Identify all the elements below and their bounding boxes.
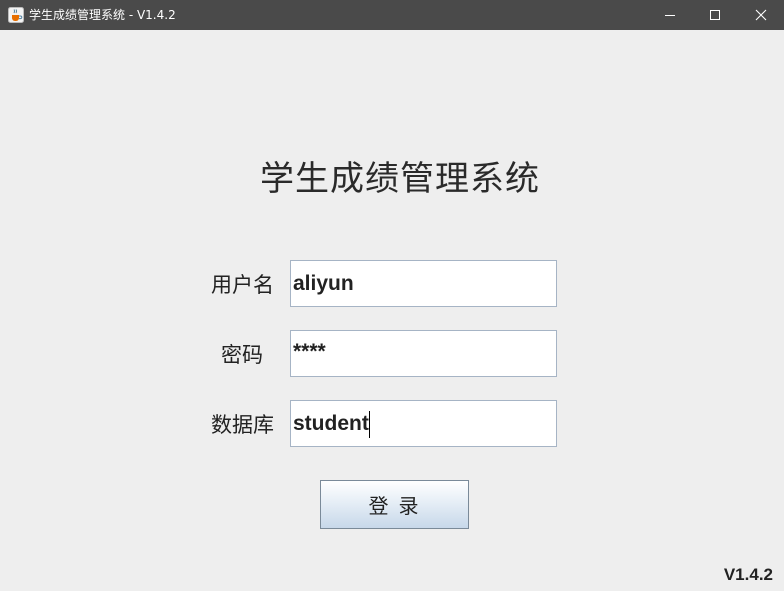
window-title: 学生成绩管理系统 - V1.4.2 xyxy=(29,8,176,22)
database-value: student xyxy=(293,412,369,435)
login-button-label: 登录 xyxy=(368,494,429,518)
login-window: 学生成绩管理系统 - V1.4.2 学生成绩管理系统 用户名 aliyun 密码… xyxy=(0,0,784,591)
password-label: 密码 xyxy=(221,343,263,367)
close-icon xyxy=(755,6,767,25)
username-field[interactable]: aliyun xyxy=(290,260,557,307)
database-field[interactable]: student xyxy=(290,400,557,447)
minimize-button[interactable] xyxy=(647,0,693,30)
database-value-wrap: student xyxy=(293,401,370,446)
login-button[interactable]: 登录 xyxy=(320,480,469,529)
title-bar[interactable]: 学生成绩管理系统 - V1.4.2 xyxy=(0,0,784,30)
version-label: V1.4.2 xyxy=(723,565,773,584)
database-label: 数据库 xyxy=(211,413,274,437)
password-field[interactable]: **** xyxy=(290,330,557,377)
maximize-button[interactable] xyxy=(692,0,738,30)
close-button[interactable] xyxy=(738,0,784,30)
username-value: aliyun xyxy=(293,272,354,295)
password-value: **** xyxy=(293,340,326,363)
java-cup-icon xyxy=(8,7,24,23)
username-label: 用户名 xyxy=(211,273,274,297)
page-title: 学生成绩管理系统 xyxy=(260,159,540,199)
minimize-icon xyxy=(664,6,676,25)
text-caret xyxy=(368,410,370,438)
maximize-icon xyxy=(709,6,721,25)
